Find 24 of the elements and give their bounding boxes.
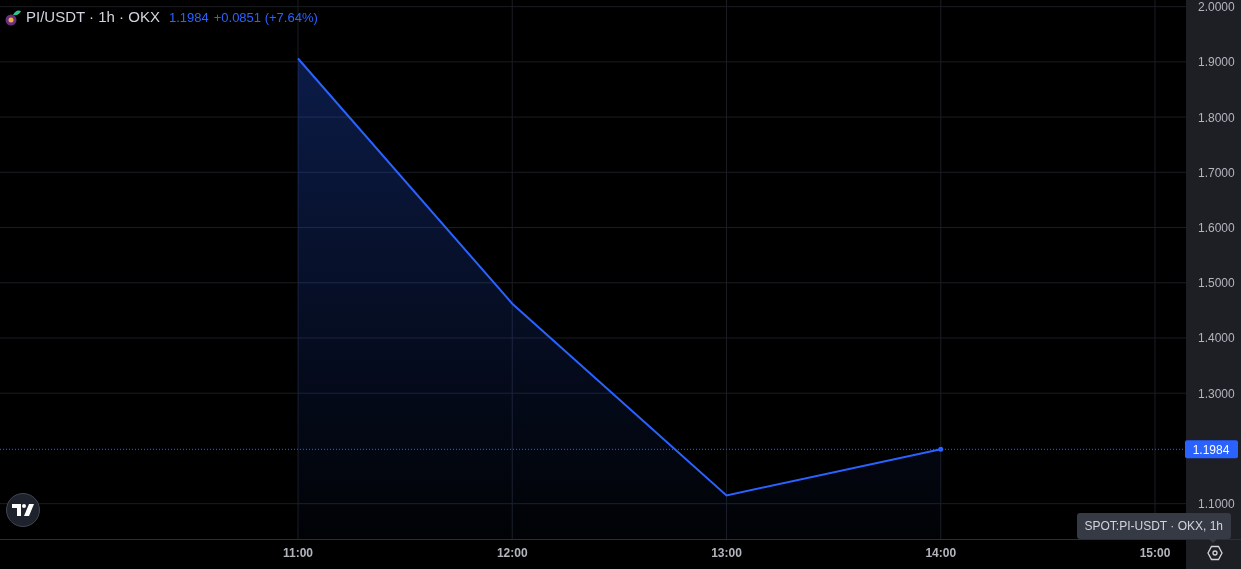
price-tick-label: 1.8000 xyxy=(1198,110,1235,125)
coin-icon xyxy=(4,8,21,26)
price-tick-label: 1.4000 xyxy=(1198,331,1235,346)
price-tick-label: 1.6000 xyxy=(1198,221,1235,236)
symbol-title: PI/USDT · 1h · OKX xyxy=(26,7,160,27)
last-price-badge: 1.1984 xyxy=(1185,440,1238,459)
price-tick-label: 1.7000 xyxy=(1198,165,1235,180)
price-tick-label: 1.5000 xyxy=(1198,276,1235,291)
time-tick-label: 15:00 xyxy=(1139,546,1171,560)
time-tick-label: 12:00 xyxy=(496,546,528,560)
settings-icon xyxy=(1207,545,1223,561)
price-tick-label: 1.9000 xyxy=(1198,55,1235,70)
last-price: 1.1984 xyxy=(168,8,209,27)
time-tick-label: 11:00 xyxy=(283,546,313,560)
symbol-tooltip: SPOT:PI-USDT · OKX, 1h xyxy=(1076,513,1231,539)
last-point-marker xyxy=(938,446,944,452)
price-tick-label: 2.0000 xyxy=(1198,0,1235,15)
price-tick-label: 1.1000 xyxy=(1198,497,1235,512)
price-change: +0.0851 (+7.64%) xyxy=(213,8,318,27)
price-tick-label: 1.3000 xyxy=(1198,386,1235,401)
time-tick-label: 13:00 xyxy=(711,546,742,560)
logo-icon xyxy=(12,504,34,516)
logo-button[interactable] xyxy=(6,493,40,527)
time-tick-label: 14:00 xyxy=(925,546,957,560)
